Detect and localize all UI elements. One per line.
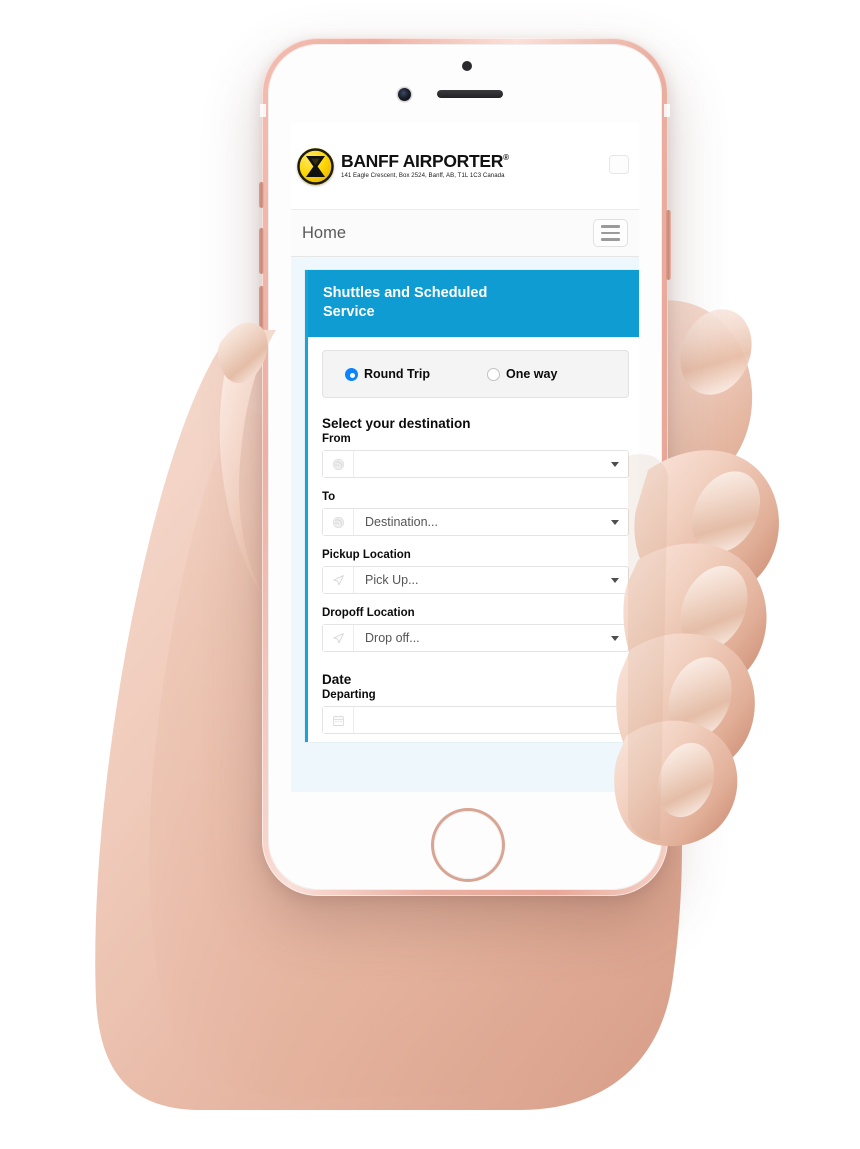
label-from: From: [322, 433, 351, 446]
hamburger-bar-2: [601, 231, 620, 235]
field-pickup-value: Pick Up...: [365, 573, 419, 588]
field-from-caret-icon[interactable]: [602, 451, 628, 477]
field-departing-value: [354, 707, 602, 733]
field-to-caret-icon[interactable]: [602, 509, 628, 535]
card-header-title: Shuttles and Scheduled Service: [308, 270, 639, 338]
field-pickup-location[interactable]: Pick Up...: [322, 566, 629, 595]
navigation-arrow-icon: [323, 625, 354, 652]
field-from-value: [354, 451, 602, 477]
globe-icon: [323, 509, 354, 536]
field-to[interactable]: Destination...: [322, 508, 629, 537]
card-header-line-2: Service: [323, 304, 375, 321]
booking-card: Shuttles and Scheduled Service Round Tri…: [305, 270, 639, 743]
hamburger-menu-icon[interactable]: [593, 219, 628, 247]
field-to-value: Destination...: [365, 515, 438, 530]
trip-type-group: Round Trip One way: [322, 350, 629, 399]
front-camera-icon: [398, 88, 411, 101]
logo-title: BANFF AIRPORTER®: [341, 150, 509, 171]
radio-one-way-label: One way: [506, 367, 558, 382]
home-button[interactable]: [434, 811, 502, 879]
hamburger-bar-1: [601, 225, 620, 228]
site-header: BANFF AIRPORTER® 141 Eagle Crescent, Box…: [291, 123, 639, 209]
nav-brand-home[interactable]: Home: [302, 224, 346, 243]
date-section-title: Date: [322, 672, 352, 688]
scene: BANFF AIRPORTER® 141 Eagle Crescent, Box…: [0, 0, 860, 1149]
volume-up-button[interactable]: [259, 228, 264, 274]
hamburger-bar-3: [601, 238, 620, 241]
registered-mark: ®: [503, 153, 509, 163]
field-dropoff-value: Drop off...: [365, 631, 420, 646]
field-from[interactable]: [322, 450, 629, 479]
antenna-line-right: [664, 104, 670, 117]
site-logo[interactable]: BANFF AIRPORTER® 141 Eagle Crescent, Box…: [297, 147, 509, 185]
radio-round-trip-indicator: [345, 367, 358, 381]
header-corner-box[interactable]: [609, 155, 629, 174]
field-dropoff-caret-icon[interactable]: [602, 625, 628, 651]
calendar-icon: [323, 707, 354, 734]
field-pickup-caret-icon[interactable]: [602, 567, 628, 593]
radio-one-way-indicator: [487, 367, 500, 381]
earpiece-speaker: [437, 90, 503, 98]
label-dropoff-location: Dropoff Location: [322, 607, 415, 620]
field-departing-caret-icon: [602, 707, 628, 733]
radio-round-trip-label: Round Trip: [364, 367, 430, 382]
silent-switch[interactable]: [259, 182, 264, 208]
phone-screen: BANFF AIRPORTER® 141 Eagle Crescent, Box…: [291, 123, 639, 792]
proximity-sensor-icon: [462, 61, 472, 71]
field-departing-date[interactable]: [322, 706, 629, 735]
globe-icon: [323, 451, 354, 478]
antenna-line-left: [260, 104, 266, 117]
radio-one-way[interactable]: One way: [487, 367, 557, 381]
power-button[interactable]: [666, 210, 671, 280]
navbar: Home: [291, 209, 639, 257]
logo-subtitle: 141 Eagle Crescent, Box 2524, Banff, AB,…: [341, 171, 505, 179]
card-header-line-1: Shuttles and Scheduled: [323, 285, 488, 301]
destination-section-title: Select your destination: [322, 416, 471, 432]
radio-round-trip[interactable]: Round Trip: [345, 367, 487, 381]
card-body: Round Trip One way Select your destinati…: [308, 337, 639, 742]
label-pickup-location: Pickup Location: [322, 549, 411, 562]
field-dropoff-location[interactable]: Drop off...: [322, 624, 629, 653]
banff-airporter-logo-icon: [297, 147, 334, 185]
navigation-arrow-icon: [323, 567, 354, 594]
label-departing: Departing: [322, 689, 376, 702]
volume-down-button[interactable]: [259, 286, 264, 332]
page-body: Shuttles and Scheduled Service Round Tri…: [291, 257, 639, 792]
label-to: To: [322, 491, 336, 504]
